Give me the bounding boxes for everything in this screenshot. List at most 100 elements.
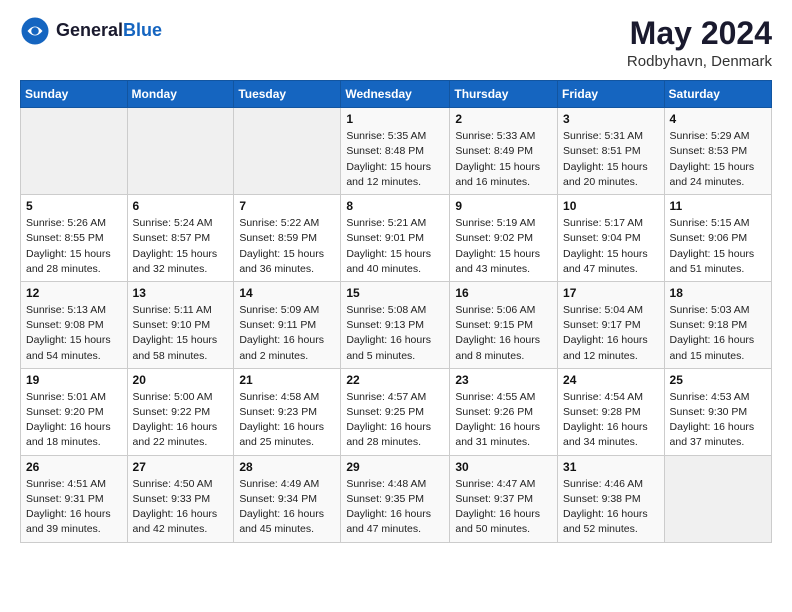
calendar-cell: 14 Sunrise: 5:09 AM Sunset: 9:11 PM Dayli… xyxy=(234,281,341,368)
calendar-cell: 9 Sunrise: 5:19 AM Sunset: 9:02 PM Daylig… xyxy=(450,195,558,282)
day-number: 13 xyxy=(133,286,229,300)
day-number: 20 xyxy=(133,373,229,387)
day-info: Sunrise: 4:57 AM Sunset: 9:25 PM Dayligh… xyxy=(346,390,444,451)
col-monday: Monday xyxy=(127,81,234,108)
day-number: 16 xyxy=(455,286,552,300)
calendar-cell: 8 Sunrise: 5:21 AM Sunset: 9:01 PM Daylig… xyxy=(341,195,450,282)
page: GeneralBlue May 2024 Rodbyhavn, Denmark … xyxy=(0,0,792,559)
logo-icon xyxy=(20,16,50,46)
header-row: Sunday Monday Tuesday Wednesday Thursday… xyxy=(21,81,772,108)
day-number: 8 xyxy=(346,199,444,213)
day-number: 29 xyxy=(346,460,444,474)
title-block: May 2024 Rodbyhavn, Denmark xyxy=(627,16,772,70)
day-number: 5 xyxy=(26,199,122,213)
day-number: 2 xyxy=(455,112,552,126)
day-info: Sunrise: 5:11 AM Sunset: 9:10 PM Dayligh… xyxy=(133,303,229,364)
day-number: 28 xyxy=(239,460,335,474)
calendar-body: 1Sunrise: 5:35 AM Sunset: 8:48 PM Daylig… xyxy=(21,108,772,542)
day-info: Sunrise: 4:58 AM Sunset: 9:23 PM Dayligh… xyxy=(239,390,335,451)
day-number: 17 xyxy=(563,286,659,300)
calendar-cell: 10 Sunrise: 5:17 AM Sunset: 9:04 PM Dayli… xyxy=(558,195,665,282)
day-number: 6 xyxy=(133,199,229,213)
day-info: Sunrise: 5:21 AM Sunset: 9:01 PM Dayligh… xyxy=(346,216,444,277)
calendar-cell: 15Sunrise: 5:08 AM Sunset: 9:13 PM Dayli… xyxy=(341,281,450,368)
calendar-header: Sunday Monday Tuesday Wednesday Thursday… xyxy=(21,81,772,108)
day-info: Sunrise: 5:17 AM Sunset: 9:04 PM Dayligh… xyxy=(563,216,659,277)
day-number: 11 xyxy=(670,199,766,213)
calendar-cell: 17 Sunrise: 5:04 AM Sunset: 9:17 PM Dayli… xyxy=(558,281,665,368)
day-info: Sunrise: 4:55 AM Sunset: 9:26 PM Dayligh… xyxy=(455,390,552,451)
day-number: 15 xyxy=(346,286,444,300)
day-info: Sunrise: 4:53 AM Sunset: 9:30 PM Dayligh… xyxy=(670,390,766,451)
calendar-cell: 31 Sunrise: 4:46 AM Sunset: 9:38 PM Dayli… xyxy=(558,455,665,542)
day-info: Sunrise: 5:26 AM Sunset: 8:55 PM Dayligh… xyxy=(26,216,122,277)
day-info: Sunrise: 5:33 AM Sunset: 8:49 PM Dayligh… xyxy=(455,129,552,190)
col-wednesday: Wednesday xyxy=(341,81,450,108)
logo: GeneralBlue xyxy=(20,16,162,46)
calendar-cell: 23Sunrise: 4:55 AM Sunset: 9:26 PM Dayli… xyxy=(450,368,558,455)
day-info: Sunrise: 5:24 AM Sunset: 8:57 PM Dayligh… xyxy=(133,216,229,277)
col-friday: Friday xyxy=(558,81,665,108)
calendar-cell xyxy=(234,108,341,195)
day-number: 25 xyxy=(670,373,766,387)
day-number: 12 xyxy=(26,286,122,300)
calendar-cell: 7Sunrise: 5:22 AM Sunset: 8:59 PM Daylig… xyxy=(234,195,341,282)
logo-text: GeneralBlue xyxy=(56,21,162,41)
calendar-cell: 26Sunrise: 4:51 AM Sunset: 9:31 PM Dayli… xyxy=(21,455,128,542)
main-title: May 2024 xyxy=(627,16,772,51)
logo-blue: Blue xyxy=(123,20,162,40)
subtitle: Rodbyhavn, Denmark xyxy=(627,53,772,70)
col-sunday: Sunday xyxy=(21,81,128,108)
day-number: 14 xyxy=(239,286,335,300)
day-info: Sunrise: 5:13 AM Sunset: 9:08 PM Dayligh… xyxy=(26,303,122,364)
day-info: Sunrise: 4:54 AM Sunset: 9:28 PM Dayligh… xyxy=(563,390,659,451)
day-info: Sunrise: 4:50 AM Sunset: 9:33 PM Dayligh… xyxy=(133,477,229,538)
day-info: Sunrise: 5:04 AM Sunset: 9:17 PM Dayligh… xyxy=(563,303,659,364)
calendar-cell: 24Sunrise: 4:54 AM Sunset: 9:28 PM Dayli… xyxy=(558,368,665,455)
calendar-week-1: 1Sunrise: 5:35 AM Sunset: 8:48 PM Daylig… xyxy=(21,108,772,195)
logo-general: General xyxy=(56,20,123,40)
day-info: Sunrise: 5:22 AM Sunset: 8:59 PM Dayligh… xyxy=(239,216,335,277)
day-info: Sunrise: 5:31 AM Sunset: 8:51 PM Dayligh… xyxy=(563,129,659,190)
calendar-cell: 27 Sunrise: 4:50 AM Sunset: 9:33 PM Dayli… xyxy=(127,455,234,542)
calendar-table: Sunday Monday Tuesday Wednesday Thursday… xyxy=(20,80,772,542)
day-info: Sunrise: 5:29 AM Sunset: 8:53 PM Dayligh… xyxy=(670,129,766,190)
header: GeneralBlue May 2024 Rodbyhavn, Denmark xyxy=(20,16,772,70)
day-number: 31 xyxy=(563,460,659,474)
calendar-cell xyxy=(664,455,771,542)
calendar-week-5: 26Sunrise: 4:51 AM Sunset: 9:31 PM Dayli… xyxy=(21,455,772,542)
day-number: 21 xyxy=(239,373,335,387)
day-info: Sunrise: 4:46 AM Sunset: 9:38 PM Dayligh… xyxy=(563,477,659,538)
day-number: 30 xyxy=(455,460,552,474)
col-tuesday: Tuesday xyxy=(234,81,341,108)
day-info: Sunrise: 5:19 AM Sunset: 9:02 PM Dayligh… xyxy=(455,216,552,277)
day-number: 9 xyxy=(455,199,552,213)
day-info: Sunrise: 5:15 AM Sunset: 9:06 PM Dayligh… xyxy=(670,216,766,277)
day-info: Sunrise: 4:51 AM Sunset: 9:31 PM Dayligh… xyxy=(26,477,122,538)
day-number: 4 xyxy=(670,112,766,126)
calendar-cell: 22Sunrise: 4:57 AM Sunset: 9:25 PM Dayli… xyxy=(341,368,450,455)
day-info: Sunrise: 4:47 AM Sunset: 9:37 PM Dayligh… xyxy=(455,477,552,538)
calendar-week-3: 12 Sunrise: 5:13 AM Sunset: 9:08 PM Dayli… xyxy=(21,281,772,368)
day-number: 1 xyxy=(346,112,444,126)
calendar-cell: 1Sunrise: 5:35 AM Sunset: 8:48 PM Daylig… xyxy=(341,108,450,195)
day-number: 27 xyxy=(133,460,229,474)
day-number: 10 xyxy=(563,199,659,213)
calendar-cell: 4 Sunrise: 5:29 AM Sunset: 8:53 PM Daylig… xyxy=(664,108,771,195)
calendar-cell: 18Sunrise: 5:03 AM Sunset: 9:18 PM Dayli… xyxy=(664,281,771,368)
calendar-cell: 21 Sunrise: 4:58 AM Sunset: 9:23 PM Dayli… xyxy=(234,368,341,455)
calendar-cell: 28Sunrise: 4:49 AM Sunset: 9:34 PM Dayli… xyxy=(234,455,341,542)
calendar-cell: 6 Sunrise: 5:24 AM Sunset: 8:57 PM Daylig… xyxy=(127,195,234,282)
calendar-cell: 2 Sunrise: 5:33 AM Sunset: 8:49 PM Daylig… xyxy=(450,108,558,195)
day-info: Sunrise: 5:03 AM Sunset: 9:18 PM Dayligh… xyxy=(670,303,766,364)
day-info: Sunrise: 4:48 AM Sunset: 9:35 PM Dayligh… xyxy=(346,477,444,538)
calendar-week-2: 5 Sunrise: 5:26 AM Sunset: 8:55 PM Daylig… xyxy=(21,195,772,282)
calendar-cell: 30 Sunrise: 4:47 AM Sunset: 9:37 PM Dayli… xyxy=(450,455,558,542)
day-info: Sunrise: 5:00 AM Sunset: 9:22 PM Dayligh… xyxy=(133,390,229,451)
day-info: Sunrise: 5:09 AM Sunset: 9:11 PM Dayligh… xyxy=(239,303,335,364)
calendar-cell: 12 Sunrise: 5:13 AM Sunset: 9:08 PM Dayli… xyxy=(21,281,128,368)
calendar-week-4: 19Sunrise: 5:01 AM Sunset: 9:20 PM Dayli… xyxy=(21,368,772,455)
calendar-cell xyxy=(21,108,128,195)
calendar-cell: 20 Sunrise: 5:00 AM Sunset: 9:22 PM Dayli… xyxy=(127,368,234,455)
col-thursday: Thursday xyxy=(450,81,558,108)
